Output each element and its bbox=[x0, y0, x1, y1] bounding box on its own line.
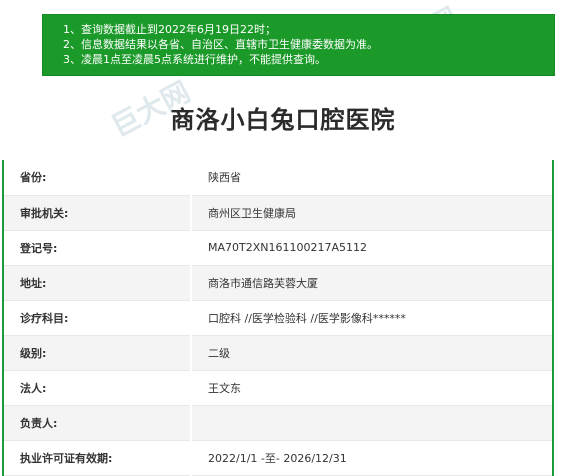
row-value: 二级 bbox=[191, 335, 553, 371]
table-row: 登记号: MA70T2XN161100217A5112 bbox=[3, 230, 553, 266]
notice-line: 3、凌晨1点至凌晨5点系统进行维护，不能提供查询。 bbox=[63, 53, 326, 66]
notice-line: 2、信息数据结果以各省、自治区、直辖市卫生健康委数据为准。 bbox=[63, 38, 378, 51]
row-label: 审批机关: bbox=[3, 195, 192, 231]
row-label: 诊疗科目: bbox=[3, 300, 192, 336]
row-value: 王文东 bbox=[191, 370, 553, 406]
table-row: 地址: 商洛市通信路芙蓉大厦 bbox=[3, 265, 553, 301]
row-label: 法人: bbox=[3, 370, 192, 406]
row-label: 登记号: bbox=[3, 230, 192, 266]
table-row: 法人: 王文东 bbox=[3, 370, 553, 406]
table-row: 审批机关: 商州区卫生健康局 bbox=[3, 195, 553, 231]
table-row: 诊疗科目: 口腔科 //医学检验科 //医学影像科****** bbox=[3, 300, 553, 336]
notice-line: 1、查询数据截止到2022年6月19日22时； bbox=[63, 23, 276, 36]
row-value: 陕西省 bbox=[191, 160, 553, 196]
row-label: 执业许可证有效期: bbox=[3, 440, 192, 476]
table-row: 负责人: bbox=[3, 405, 553, 441]
page-title: 商洛小白兔口腔医院 bbox=[170, 106, 396, 134]
table-row: 级别: 二级 bbox=[3, 335, 553, 371]
hospital-info-table: 省份: 陕西省 审批机关: 商州区卫生健康局 登记号: MA70T2XN1611… bbox=[2, 160, 554, 476]
row-value: 口腔科 //医学检验科 //医学影像科****** bbox=[191, 300, 553, 336]
table-row: 省份: 陕西省 bbox=[3, 160, 553, 196]
row-value: MA70T2XN161100217A5112 bbox=[191, 230, 553, 266]
table-row: 执业许可证有效期: 2022/1/1 -至- 2026/12/31 bbox=[3, 440, 553, 476]
row-label: 负责人: bbox=[3, 405, 192, 441]
row-label: 省份: bbox=[3, 160, 192, 196]
row-value bbox=[191, 405, 553, 441]
row-value: 商州区卫生健康局 bbox=[191, 195, 553, 231]
row-label: 地址: bbox=[3, 265, 192, 301]
row-label: 级别: bbox=[3, 335, 192, 371]
row-value: 2022/1/1 -至- 2026/12/31 bbox=[191, 440, 553, 476]
notice-banner: 1、查询数据截止到2022年6月19日22时； 2、信息数据结果以各省、自治区、… bbox=[42, 14, 555, 76]
row-value: 商洛市通信路芙蓉大厦 bbox=[191, 265, 553, 301]
